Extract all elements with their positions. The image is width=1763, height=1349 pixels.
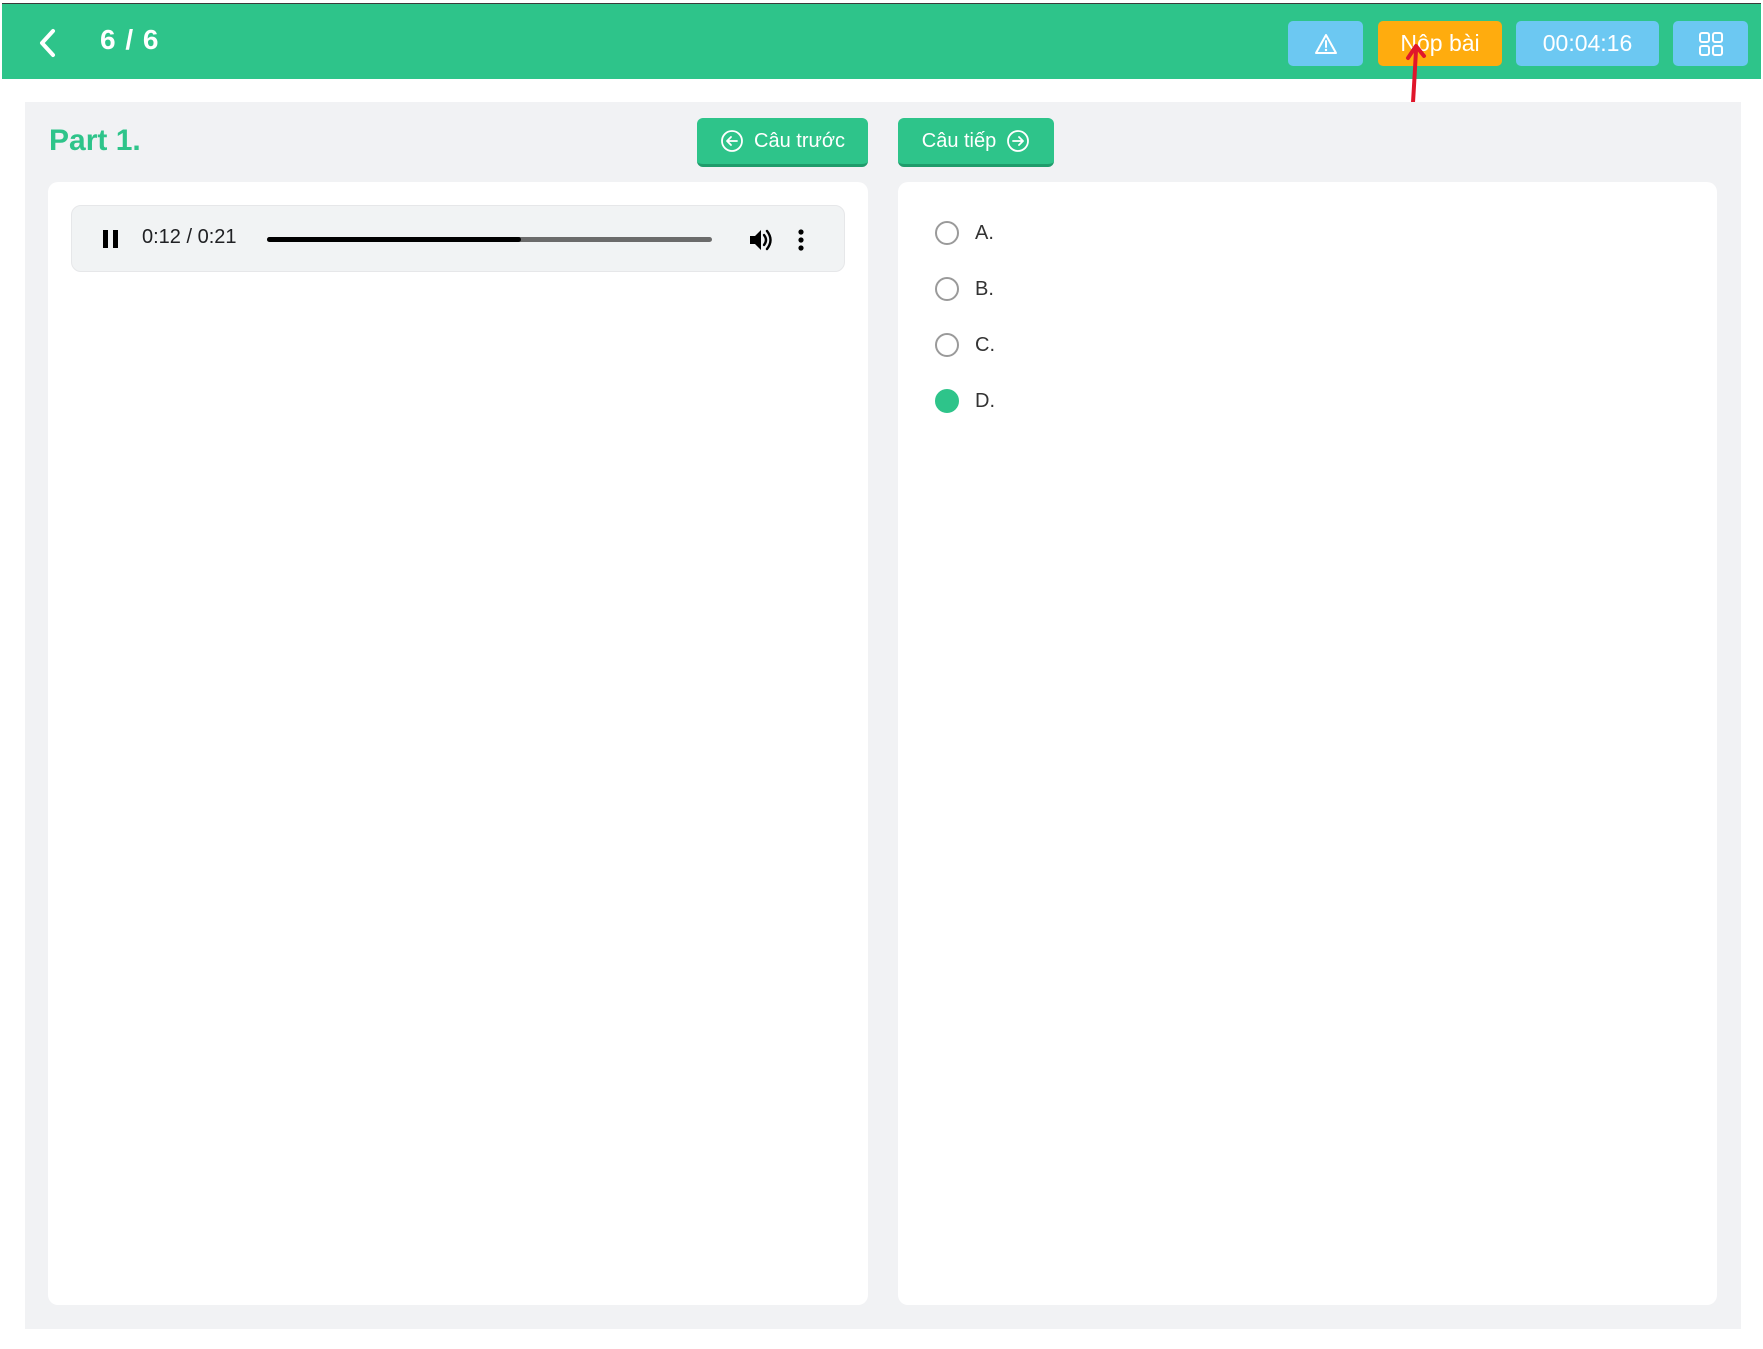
pause-icon[interactable] — [100, 227, 122, 251]
warning-triangle-icon — [1314, 33, 1337, 54]
previous-question-button[interactable]: Câu trước — [697, 118, 868, 167]
part-title: Part 1. — [49, 124, 141, 157]
question-counter: 6 / 6 — [100, 24, 160, 55]
option-label: B. — [975, 277, 994, 300]
option-d[interactable]: D. — [935, 388, 1135, 414]
option-label: A. — [975, 221, 994, 244]
option-label: C. — [975, 333, 995, 356]
next-question-label: Câu tiếp — [921, 129, 997, 152]
question-media-card — [48, 182, 868, 1305]
grid-view-icon — [1698, 31, 1723, 56]
timer-display: 00:04:16 — [1516, 21, 1659, 66]
arrow-right-circle-icon — [1007, 130, 1030, 152]
option-label: D. — [975, 389, 995, 412]
top-bar: 6 / 6 Nộp bài 00:04:16 — [2, 3, 1761, 79]
arrow-left-circle-icon — [721, 130, 743, 152]
question-grid-button[interactable] — [1673, 21, 1748, 66]
audio-seek-bar[interactable] — [267, 237, 712, 242]
audio-time: 0:12 / 0:21 — [142, 226, 237, 248]
next-question-button[interactable]: Câu tiếp — [898, 118, 1054, 167]
option-a[interactable]: A. — [935, 220, 1135, 246]
report-button[interactable] — [1288, 21, 1363, 66]
audio-player: 0:12 / 0:21 — [71, 205, 845, 272]
chevron-left-icon — [40, 29, 55, 57]
radio-button[interactable] — [935, 389, 959, 413]
previous-question-label: Câu trước — [754, 129, 845, 152]
radio-button[interactable] — [935, 277, 959, 301]
back-button[interactable] — [32, 26, 62, 60]
volume-icon[interactable] — [747, 226, 775, 254]
radio-button[interactable] — [935, 221, 959, 245]
submit-button[interactable]: Nộp bài — [1378, 21, 1502, 66]
option-b[interactable]: B. — [935, 276, 1135, 302]
more-options-icon[interactable] — [794, 226, 808, 254]
option-c[interactable]: C. — [935, 332, 1135, 358]
audio-progress-fill — [267, 237, 522, 242]
radio-button[interactable] — [935, 333, 959, 357]
